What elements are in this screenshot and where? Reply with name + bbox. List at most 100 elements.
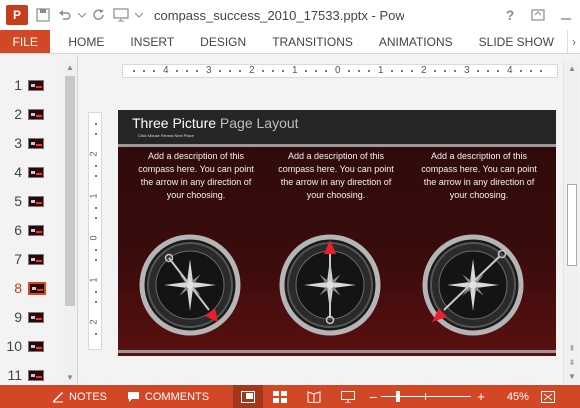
ruler-tick	[133, 70, 135, 72]
reading-view-button[interactable]	[297, 385, 331, 408]
tab-home[interactable]: HOME	[50, 30, 117, 53]
zoom-out-button[interactable]: −	[365, 385, 381, 408]
thumbnail-11[interactable]: 11	[0, 365, 64, 385]
save-icon[interactable]	[32, 4, 54, 26]
ruler-tick	[391, 70, 393, 72]
ruler-tick	[176, 70, 178, 72]
ruler-tick	[520, 70, 522, 72]
zoom-in-button[interactable]: +	[471, 385, 491, 408]
compass-image-1[interactable]	[135, 230, 245, 340]
ruler-number: 1	[292, 65, 298, 76]
ruler-tick	[95, 217, 97, 219]
vertical-ruler: 2 1 0 1 2	[88, 112, 102, 350]
thumbnail-scrollbar[interactable]: ▲ ▼	[63, 62, 77, 384]
ruler-number: 1	[378, 65, 384, 76]
tab-animations[interactable]: ANIMATIONS	[366, 30, 466, 53]
scroll-up-icon[interactable]: ▲	[564, 62, 580, 76]
ruler-tick	[411, 70, 413, 72]
compass-image-3[interactable]	[418, 230, 528, 340]
comments-button[interactable]: COMMENTS	[121, 385, 215, 408]
ribbon-tabs: FILE HOME INSERT DESIGN TRANSITIONS ANIM…	[0, 30, 580, 54]
fit-slide-button[interactable]	[535, 385, 561, 408]
scroll-up-icon[interactable]: ▲	[63, 62, 77, 74]
compass-description-1[interactable]: Add a description of this compass here. …	[137, 150, 255, 202]
ruler-tick	[325, 70, 327, 72]
thumbnail-preview	[28, 369, 44, 381]
next-slide-icon[interactable]: ⇟	[564, 356, 580, 370]
thumbnail-9[interactable]: 9	[0, 307, 64, 327]
ruler-tick	[219, 70, 221, 72]
thumbnail-scroll-thumb[interactable]	[65, 76, 75, 306]
notes-button[interactable]: NOTES	[46, 385, 113, 408]
app-logo: P	[6, 5, 28, 25]
ruler-tick	[487, 70, 489, 72]
tab-file[interactable]: FILE	[0, 30, 51, 53]
thumbnail-number: 4	[14, 164, 22, 180]
ruler-tick	[95, 133, 97, 135]
editor-scroll-thumb[interactable]	[567, 184, 577, 266]
thumbnail-preview	[28, 137, 44, 149]
refresh-icon[interactable]	[88, 4, 110, 26]
compass-description-2[interactable]: Add a description of this compass here. …	[277, 150, 395, 202]
editor-scrollbar[interactable]: ▲ ⇞ ⇟ ▼	[563, 62, 579, 384]
thumbnail-number: 6	[14, 222, 22, 238]
slideshow-button[interactable]	[331, 385, 365, 408]
normal-view-icon	[241, 390, 256, 403]
minimize-icon[interactable]	[552, 4, 580, 26]
undo-dropdown-icon[interactable]	[76, 4, 88, 26]
ruler-tick	[434, 70, 436, 72]
thumbnail-2[interactable]: 2	[0, 104, 64, 124]
help-icon[interactable]: ?	[496, 4, 524, 26]
ruler-tick	[229, 70, 231, 72]
thumbnail-1[interactable]: 1	[0, 75, 64, 95]
previous-slide-icon[interactable]: ⇞	[564, 342, 580, 356]
ruler-tick	[95, 259, 97, 261]
tab-insert[interactable]: INSERT	[117, 30, 187, 53]
ruler-number: 2	[88, 319, 99, 325]
ribbon-display-icon[interactable]	[524, 4, 552, 26]
tab-design[interactable]: DESIGN	[187, 30, 259, 53]
scroll-down-icon[interactable]: ▼	[564, 370, 580, 384]
thumbnail-3[interactable]: 3	[0, 133, 64, 153]
thumbnail-5[interactable]: 5	[0, 191, 64, 211]
ruler-tick	[95, 207, 97, 209]
tab-transitions[interactable]: TRANSITIONS	[259, 30, 366, 53]
undo-icon[interactable]	[54, 4, 76, 26]
thumbnail-preview	[28, 311, 44, 323]
slide-sorter-icon	[273, 390, 288, 403]
status-bar: NOTES COMMENTS − + 45%	[0, 385, 580, 408]
ruler-tick	[95, 175, 97, 177]
zoom-slider-handle[interactable]	[396, 391, 401, 402]
ruler-tick	[95, 123, 97, 125]
thumbnail-preview	[28, 281, 46, 295]
notes-icon	[53, 391, 63, 402]
ruler-tick	[95, 249, 97, 251]
slide-sorter-button[interactable]	[263, 385, 297, 408]
thumbnail-4[interactable]: 4	[0, 162, 64, 182]
thumbnail-7[interactable]: 7	[0, 249, 64, 269]
slide-title[interactable]: Three Picture Page Layout	[132, 115, 299, 131]
slide-canvas[interactable]: Three Picture Page Layout Click Mouse Re…	[118, 110, 556, 356]
comments-label: COMMENTS	[144, 390, 210, 403]
compass-image-2[interactable]	[275, 230, 385, 340]
ribbon-scroll-right[interactable]: ›	[567, 30, 580, 53]
normal-view-button[interactable]	[233, 385, 264, 408]
ruler-tick	[95, 333, 97, 335]
thumbnail-8[interactable]: 8	[0, 278, 64, 298]
thumbnail-number: 2	[14, 106, 22, 122]
scroll-down-icon[interactable]: ▼	[63, 372, 77, 384]
thumbnail-6[interactable]: 6	[0, 220, 64, 240]
ruler-tick	[262, 70, 264, 72]
zoom-slider[interactable]	[381, 385, 472, 408]
fit-slide-icon	[540, 390, 555, 403]
thumbnail-10[interactable]: 10	[0, 336, 64, 356]
horizontal-ruler: 4 3 2 1 0 1 2 3 4	[122, 64, 558, 78]
more-dropdown-icon[interactable]	[132, 4, 146, 26]
ruler-tick	[143, 70, 145, 72]
presenter-icon[interactable]	[110, 4, 132, 26]
zoom-level[interactable]: 45%	[501, 385, 535, 408]
ruler-tick	[95, 165, 97, 167]
tab-slide-show[interactable]: SLIDE SHOW	[466, 30, 567, 53]
compass-description-3[interactable]: Add a description of this compass here. …	[420, 150, 538, 202]
ruler-tick	[348, 70, 350, 72]
